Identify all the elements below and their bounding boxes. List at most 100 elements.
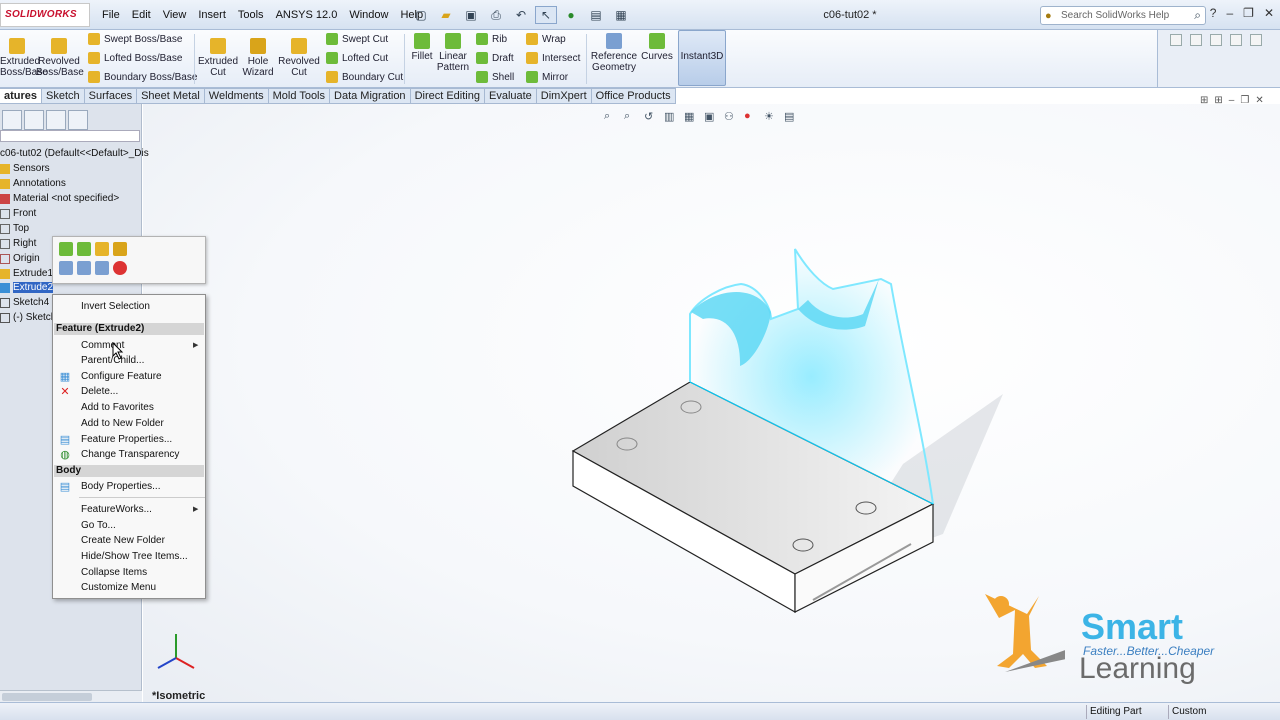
menu-insert[interactable]: Insert [192,0,232,30]
minimize-icon[interactable]: – [1226,6,1233,20]
tab-data-migration[interactable]: Data Migration [330,88,411,104]
tab-sheet-metal[interactable]: Sheet Metal [137,88,205,104]
linear-pattern-button[interactable]: Linear Pattern [436,33,470,73]
apply-scene-icon[interactable]: ☀ [764,110,780,124]
tree-sketch[interactable]: (-) Sketch [0,312,56,323]
reference-geometry-button[interactable]: Reference Geometry [590,33,638,73]
customize-menu-item[interactable]: Customize Menu [81,582,156,593]
go-to-item[interactable]: Go To... [81,520,116,531]
hole-wizard-button[interactable]: Hole Wizard [240,38,276,78]
edit-feature-icon[interactable] [59,242,73,256]
extruded-cut-button[interactable]: Extruded Cut [198,38,238,78]
viewport-restore-icon[interactable]: ❐ [1240,95,1249,106]
undo-feature-icon[interactable] [113,242,127,256]
rollback-icon[interactable] [95,242,109,256]
tab-office-products[interactable]: Office Products [591,88,676,104]
lofted-boss-button[interactable]: Lofted Boss/Base [88,52,182,64]
tab-evaluate[interactable]: Evaluate [484,88,537,104]
configure-feature-item[interactable]: Configure Feature [81,371,162,382]
add-to-favorites-item[interactable]: Add to Favorites [81,402,154,413]
zoom-selection-icon[interactable] [77,261,91,275]
tree-root[interactable]: c06-tut02 (Default<<Default>_Dis [0,148,149,159]
options-icon[interactable]: ▦ [610,6,632,24]
tab-mold-tools[interactable]: Mold Tools [268,88,331,104]
search-input[interactable]: ● Search SolidWorks Help ⌕ [1040,6,1206,25]
print-icon[interactable]: ⎙ [485,6,507,24]
dimxpert-tab-icon[interactable] [68,110,88,130]
save-icon[interactable]: ▣ [460,6,482,24]
edit-appearance-icon[interactable]: ● [744,110,760,124]
boundary-boss-button[interactable]: Boundary Boss/Base [88,71,197,83]
scrollbar-thumb[interactable] [2,693,92,701]
delete-item[interactable]: Delete... [81,386,118,397]
view-tool-icon[interactable] [1190,34,1202,46]
tab-direct-editing[interactable]: Direct Editing [410,88,485,104]
invert-selection-item[interactable]: Invert Selection [81,301,150,312]
previous-view-icon[interactable]: ↺ [644,110,660,124]
split-view-icon[interactable]: ⊞ [1200,95,1208,106]
open-folder-icon[interactable]: ▰ [435,6,457,24]
display-tool-icon[interactable] [1210,34,1222,46]
boundary-cut-button[interactable]: Boundary Cut [326,71,403,83]
wrap-button[interactable]: Wrap [526,33,566,45]
display-style-icon[interactable]: ▣ [704,110,720,124]
property-manager-tab-icon[interactable] [24,110,44,130]
edit-sketch-icon[interactable] [77,242,91,256]
tab-features[interactable]: atures [0,88,43,104]
tree-top-plane[interactable]: Top [0,223,29,234]
curves-button[interactable]: Curves [640,33,674,62]
tree-extrude2[interactable]: Extrude2 [0,282,54,293]
section-view-icon[interactable]: ▥ [664,110,680,124]
normal-to-icon[interactable] [95,261,109,275]
rebuild-icon[interactable]: ● [560,6,582,24]
appearance-icon[interactable] [113,261,127,275]
tree-front-plane[interactable]: Front [0,208,36,219]
menu-view[interactable]: View [157,0,193,30]
shell-button[interactable]: Shell [476,71,514,83]
collapse-items-item[interactable]: Collapse Items [81,567,147,578]
fillet-button[interactable]: Fillet [408,33,436,62]
hide-icon[interactable] [59,261,73,275]
tree-annotations[interactable]: Annotations [0,178,66,189]
mirror-button[interactable]: Mirror [526,71,568,83]
menu-ansys[interactable]: ANSYS 12.0 [270,0,344,30]
lofted-cut-button[interactable]: Lofted Cut [326,52,388,64]
tree-sensors[interactable]: Sensors [0,163,50,174]
change-transparency-item[interactable]: Change Transparency [81,449,179,460]
file-properties-icon[interactable]: ▤ [585,6,607,24]
select-arrow-icon[interactable]: ↖ [535,6,557,24]
zoom-area-icon[interactable]: ⌕ [624,110,640,124]
hide-show-icon[interactable]: ⚇ [724,110,740,124]
tree-material[interactable]: Material <not specified> [0,193,119,204]
tab-sketch[interactable]: Sketch [42,88,85,104]
create-new-folder-item[interactable]: Create New Folder [81,535,165,546]
tree-origin[interactable]: Origin [0,253,40,264]
view-orientation-icon[interactable]: ▦ [684,110,700,124]
swept-boss-button[interactable]: Swept Boss/Base [88,33,182,45]
menu-window[interactable]: Window [343,0,394,30]
zoom-tool-icon[interactable] [1170,34,1182,46]
tab-surfaces[interactable]: Surfaces [84,88,138,104]
feature-tree-tab-icon[interactable] [2,110,22,130]
extruded-boss-button[interactable]: Extruded Boss/Base [0,38,48,78]
undo-icon[interactable]: ↶ [510,6,532,24]
viewport-close-icon[interactable]: ✕ [1255,95,1263,106]
appearance-tool-icon[interactable] [1250,34,1262,46]
feature-properties-item[interactable]: Feature Properties... [81,434,172,445]
magnifier-icon[interactable]: ⌕ [1194,7,1201,24]
swept-cut-button[interactable]: Swept Cut [326,33,388,45]
tree-filter-input[interactable] [0,130,140,142]
view-settings-icon[interactable]: ▤ [784,110,800,124]
featureworks-item[interactable]: FeatureWorks... [81,504,152,515]
add-to-new-folder-item[interactable]: Add to New Folder [81,418,164,429]
menu-tools[interactable]: Tools [232,0,270,30]
restore-icon[interactable]: ❐ [1243,6,1254,20]
help-icon[interactable]: ? [1210,6,1217,20]
hide-show-tree-items-item[interactable]: Hide/Show Tree Items... [81,551,188,562]
tree-sketch4[interactable]: Sketch4 [0,297,49,308]
new-document-icon[interactable]: ▢ [410,6,432,24]
intersect-button[interactable]: Intersect [526,52,580,64]
close-icon[interactable]: ✕ [1264,6,1274,20]
panel-horizontal-scrollbar[interactable] [0,690,142,702]
configuration-tab-icon[interactable] [46,110,66,130]
